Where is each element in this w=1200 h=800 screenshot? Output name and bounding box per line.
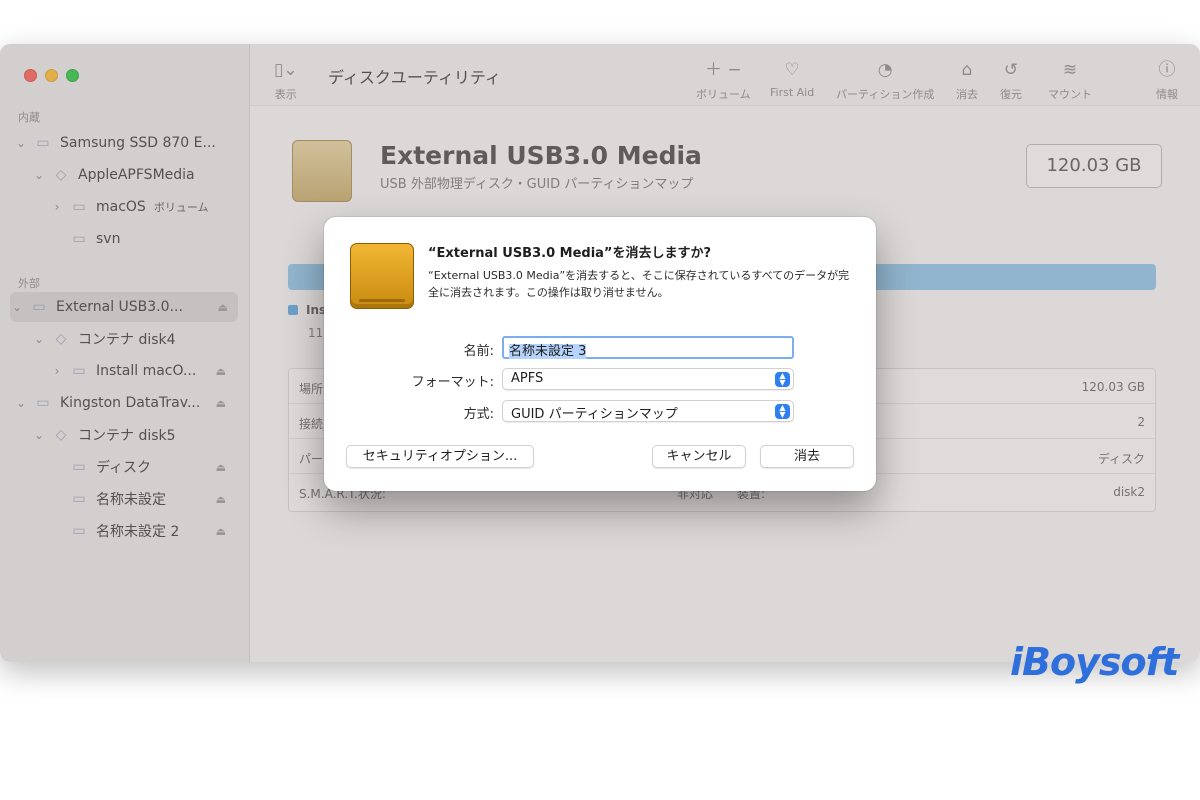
format-value: APFS [511,371,544,386]
cancel-button[interactable]: キャンセル [652,445,746,468]
erase-button[interactable]: 消去 [760,445,854,468]
format-label: フォーマット: [411,375,494,390]
security-options-button[interactable]: セキュリティオプション... [346,445,534,468]
dialog-title: “External USB3.0 Media”を消去しますか? [428,246,712,261]
dialog-message: “External USB3.0 Media”を消去すると、そこに保存されている… [428,269,850,299]
name-label: 名前: [463,344,494,359]
erase-dialog: “External USB3.0 Media”を消去しますか? “Externa… [324,217,876,491]
external-drive-icon [350,243,414,309]
format-select[interactable]: APFS ▲ ▼ [502,368,794,390]
name-value-selected: 名称未設定 3 [509,344,587,359]
scheme-label: 方式: [463,407,494,422]
stepper-arrows-icon: ▲ ▼ [775,372,790,387]
stepper-arrows-icon: ▲ ▼ [775,404,790,419]
scheme-value: GUID パーティションマップ [511,407,678,422]
iboysoft-logo: iBoysoft [1010,640,1179,684]
scheme-select[interactable]: GUID パーティションマップ ▲ ▼ [502,400,794,422]
name-field[interactable]: 名称未設定 3 [502,336,794,359]
